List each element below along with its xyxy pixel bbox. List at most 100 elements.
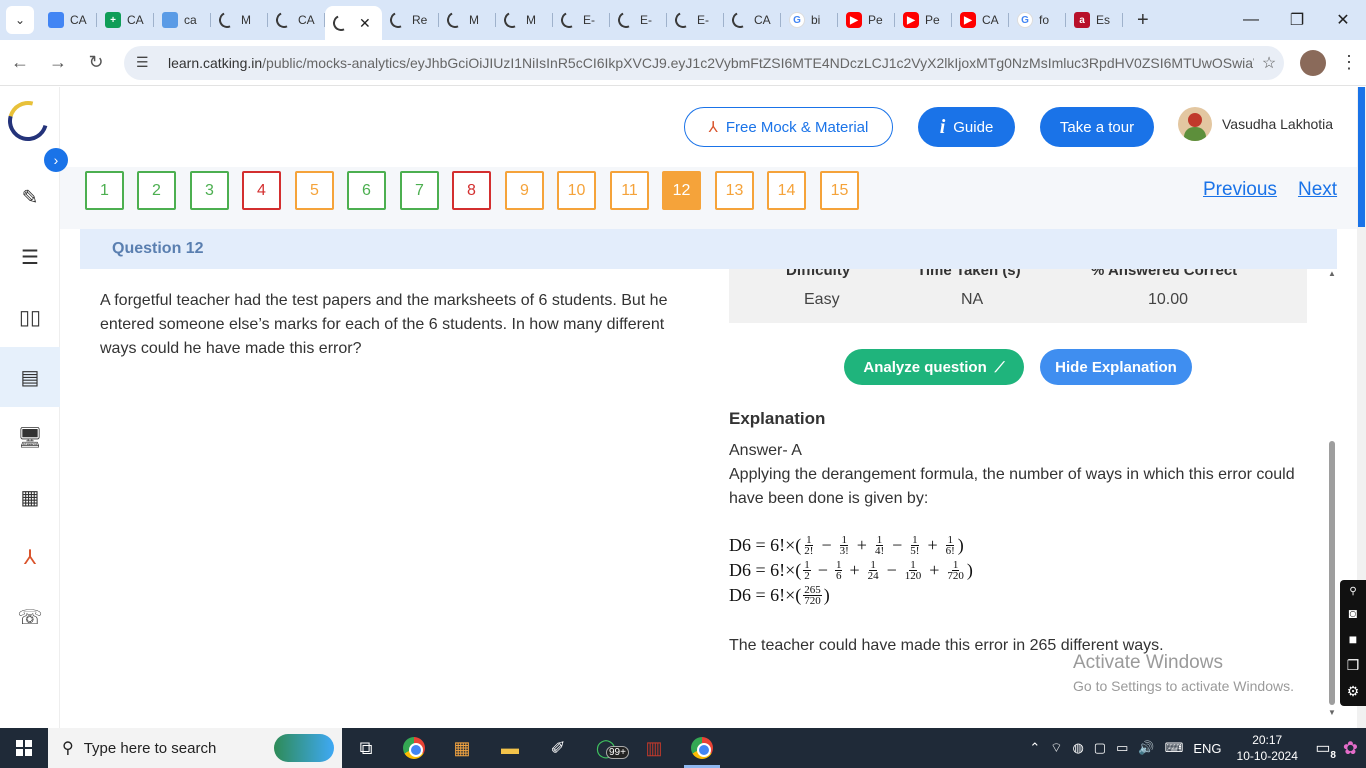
question-number-12[interactable]: 12 (662, 171, 701, 210)
volume-icon[interactable]: 🔊 (1138, 740, 1154, 756)
browser-tab[interactable]: ✕ (325, 6, 382, 40)
close-tab-icon[interactable]: ✕ (359, 15, 371, 32)
browser-tab[interactable]: ▶ Pe (895, 4, 952, 36)
browser-tab[interactable]: CA (40, 4, 97, 36)
forward-button[interactable]: → (40, 45, 76, 81)
device-icon[interactable]: ▢ (1094, 740, 1106, 756)
question-number-6[interactable]: 6 (347, 171, 386, 210)
close-window-icon[interactable]: ✕ (1320, 0, 1366, 40)
browser-tab[interactable]: E- (610, 4, 667, 36)
browser-tab[interactable]: M (211, 4, 268, 36)
sidebar-item-contact[interactable]: ☏ (0, 587, 60, 647)
question-number-7[interactable]: 7 (400, 171, 439, 210)
battery-icon[interactable]: ▭ (1116, 740, 1128, 756)
page-scroll-thumb[interactable] (1358, 87, 1365, 227)
sidebar-item-learn[interactable]: ✎ (0, 167, 60, 227)
question-number-2[interactable]: 2 (137, 171, 176, 210)
link-icon[interactable]: ⚲ (1349, 584, 1356, 600)
window-icon[interactable]: ❐ (1347, 652, 1360, 678)
taskbar-chrome-2[interactable] (678, 728, 726, 768)
free-mock-button[interactable]: ⅄ Free Mock & Material (684, 107, 893, 147)
question-number-8[interactable]: 8 (452, 171, 491, 210)
browser-tab[interactable]: E- (667, 4, 724, 36)
browser-tab[interactable]: Gbi (781, 4, 838, 36)
sidebar-item-ebook[interactable]: ▦ (0, 467, 60, 527)
browser-tab[interactable]: Re (382, 4, 439, 36)
catking-logo[interactable] (0, 93, 56, 149)
meet-icon[interactable]: ◍ (1072, 740, 1083, 756)
minimize-icon[interactable]: — (1228, 0, 1274, 40)
taskbar-search[interactable]: ⚲ Type here to search (48, 728, 342, 768)
browser-tab[interactable]: M (496, 4, 553, 36)
question-number-14[interactable]: 14 (767, 171, 806, 210)
task-view-button[interactable]: ⧉ (342, 728, 390, 768)
browser-tab[interactable]: ▶ Pe (838, 4, 895, 36)
sidebar-item-list[interactable]: ☰ (0, 227, 60, 287)
browser-tab[interactable]: ca (154, 4, 211, 36)
sidebar-expand-button[interactable]: › (44, 148, 68, 172)
browser-profile-avatar[interactable] (1300, 49, 1326, 76)
video-icon[interactable]: ■ (1349, 626, 1357, 652)
copilot-icon[interactable]: ✿ (1343, 738, 1358, 759)
sidebar-item-mocks[interactable]: ▤ (0, 347, 60, 407)
camera-icon[interactable]: ◙ (1349, 600, 1357, 626)
clock[interactable]: 20:17 10-10-2024 (1237, 732, 1298, 764)
browser-tab[interactable]: M (439, 4, 496, 36)
question-number-13[interactable]: 13 (715, 171, 754, 210)
paren-open: ( (795, 560, 802, 580)
taskbar-winrar[interactable]: ▥ (630, 728, 678, 768)
sidebar-item-analytics[interactable]: 🖥 (0, 407, 60, 467)
question-number-3[interactable]: 3 (190, 171, 229, 210)
browser-menu-icon[interactable]: ⋮ (1334, 52, 1364, 73)
question-number-10[interactable]: 10 (557, 171, 596, 210)
user-profile[interactable]: Vasudha Lakhotia (1178, 107, 1333, 141)
address-bar[interactable]: ☰ learn.catking.in/public/mocks-analytic… (124, 45, 1284, 80)
chevron-up-icon[interactable]: ⌃ (1029, 740, 1040, 756)
start-button[interactable] (0, 728, 48, 768)
network-icon[interactable]: ⌔ (1050, 740, 1062, 756)
take-tour-button[interactable]: Take a tour (1040, 107, 1154, 147)
hide-explanation-button[interactable]: Hide Explanation (1040, 349, 1192, 385)
guide-button[interactable]: i Guide (918, 107, 1015, 147)
site-info-icon[interactable]: ☰ (136, 54, 158, 71)
fraction: 12 (803, 560, 811, 582)
scroll-up-icon[interactable]: ▲ (1327, 269, 1337, 278)
question-number-4[interactable]: 4 (242, 171, 281, 210)
reload-button[interactable]: ↻ (78, 45, 114, 81)
analyze-question-button[interactable]: Analyze question ⟋ (844, 349, 1024, 385)
scroll-down-icon[interactable]: ▼ (1327, 708, 1337, 717)
previous-link[interactable]: Previous (1203, 179, 1277, 201)
browser-tab[interactable]: Gfo (1009, 4, 1066, 36)
bookmark-star-icon[interactable]: ☆ (1254, 53, 1284, 73)
scroll-thumb[interactable] (1329, 441, 1335, 705)
new-tab-button[interactable]: + (1137, 9, 1149, 32)
browser-tab[interactable]: E- (553, 4, 610, 36)
browser-tab[interactable]: + CA (97, 4, 154, 36)
browser-tab[interactable]: CA (268, 4, 325, 36)
notification-center[interactable]: ▭ 8 (1308, 733, 1338, 763)
sidebar-item-free[interactable]: ⅄ (0, 527, 60, 587)
next-link[interactable]: Next (1298, 179, 1337, 201)
keyboard-icon[interactable]: ⌨ (1165, 740, 1184, 756)
taskbar-app[interactable]: ✐ (534, 728, 582, 768)
browser-tab[interactable]: a Es (1066, 4, 1123, 36)
explanation-scrollbar[interactable]: ▲ ▼ (1327, 269, 1337, 717)
taskbar-explorer[interactable]: ▬ (486, 728, 534, 768)
sidebar-item-columns[interactable]: ▯▯ (0, 287, 60, 347)
question-number-1[interactable]: 1 (85, 171, 124, 210)
language-indicator[interactable]: ENG (1193, 741, 1221, 756)
question-number-15[interactable]: 15 (820, 171, 859, 210)
question-number-5[interactable]: 5 (295, 171, 334, 210)
browser-tab[interactable]: ▶ CA (952, 4, 1009, 36)
settings-icon[interactable]: ⚙ (1347, 678, 1360, 704)
moon-favicon-icon (216, 9, 238, 31)
restore-icon[interactable]: ❐ (1274, 0, 1320, 40)
question-number-11[interactable]: 11 (610, 171, 649, 210)
taskbar-whatsapp[interactable]: ◯ 99+ (582, 728, 630, 768)
question-number-9[interactable]: 9 (505, 171, 544, 210)
taskbar-store[interactable]: ▦ (438, 728, 486, 768)
back-button[interactable]: ← (2, 45, 38, 81)
browser-tab[interactable]: CA (724, 4, 781, 36)
tab-search-dropdown[interactable]: ⌄ (6, 6, 34, 34)
taskbar-chrome-1[interactable] (390, 728, 438, 768)
